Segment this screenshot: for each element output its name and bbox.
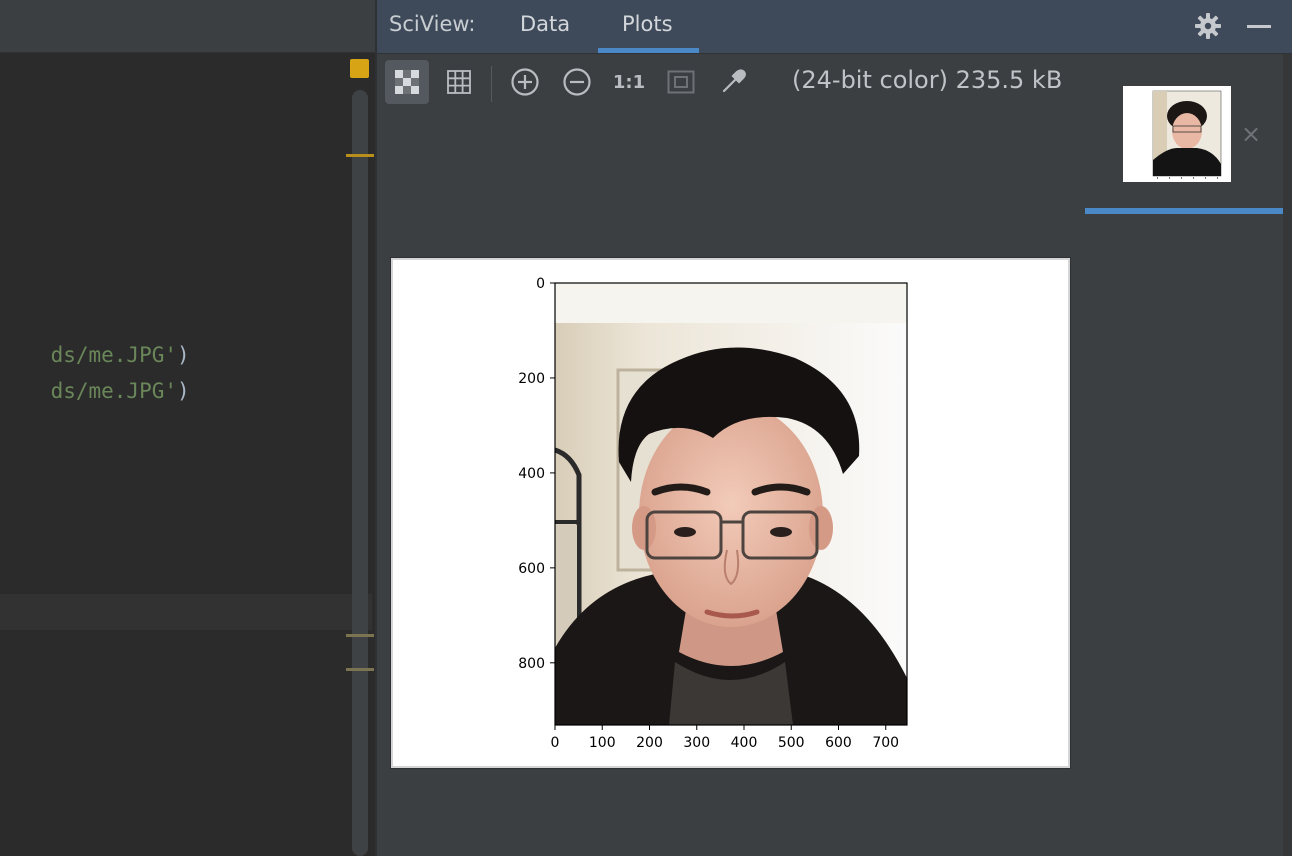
code-line[interactable]: ds/me.JPG') bbox=[0, 346, 190, 403]
photo-image bbox=[555, 283, 907, 725]
thumbnail-scrollbar[interactable] bbox=[1283, 54, 1292, 856]
x-axis: 0 100 200 300 400 500 600 700 bbox=[551, 725, 899, 751]
warning-marker[interactable] bbox=[346, 668, 374, 671]
actual-size-label: 1:1 bbox=[612, 71, 646, 93]
y-tick-label: 200 bbox=[518, 371, 545, 387]
sciview-title: SciView: bbox=[389, 12, 476, 36]
y-tick-label: 800 bbox=[518, 656, 545, 672]
sciview-panel: SciView: Data Plots 1:1 (24-bit color) 2… bbox=[375, 0, 1292, 856]
plot-figure: 0 100 200 300 400 500 600 700 0 200 400 600 800 bbox=[518, 276, 908, 751]
tab-data[interactable]: Data bbox=[520, 12, 570, 36]
thumbnail-image bbox=[1123, 86, 1231, 182]
inspection-status-icon[interactable] bbox=[350, 59, 369, 78]
x-tick-label: 400 bbox=[731, 735, 758, 751]
x-tick-label: 300 bbox=[683, 735, 710, 751]
gear-icon[interactable] bbox=[1194, 12, 1222, 40]
zoom-out-icon[interactable] bbox=[555, 60, 599, 104]
plot-viewer[interactable]: 0 100 200 300 400 500 600 700 0 200 400 600 800 bbox=[390, 257, 1071, 769]
zoom-in-icon[interactable] bbox=[503, 60, 547, 104]
current-line-highlight bbox=[0, 594, 372, 630]
image-info-label: (24-bit color) 235.5 kB bbox=[792, 66, 1063, 94]
x-tick-label: 200 bbox=[636, 735, 663, 751]
close-icon[interactable]: × bbox=[1241, 120, 1261, 148]
y-tick-label: 600 bbox=[518, 561, 545, 577]
checkerboard-icon[interactable] bbox=[385, 60, 429, 104]
code-line[interactable]: ds/me.JPG') bbox=[0, 310, 190, 367]
active-tab-indicator bbox=[598, 48, 699, 53]
sciview-header: SciView: Data Plots bbox=[377, 0, 1292, 54]
y-tick-label: 0 bbox=[536, 276, 545, 292]
warning-marker[interactable] bbox=[346, 634, 374, 637]
code-editor[interactable]: ds/me.JPG') ds/me.JPG') bbox=[0, 0, 375, 856]
minimize-icon[interactable] bbox=[1245, 12, 1273, 40]
x-tick-label: 600 bbox=[825, 735, 852, 751]
selected-thumbnail-indicator bbox=[1085, 208, 1283, 214]
actual-size-button[interactable]: 1:1 bbox=[607, 60, 651, 104]
code-paren: ) bbox=[177, 379, 190, 403]
editor-tab-bar bbox=[0, 0, 375, 53]
grid-icon[interactable] bbox=[437, 60, 481, 104]
code-string: ds/me.JPG' bbox=[50, 379, 178, 403]
x-tick-label: 500 bbox=[778, 735, 805, 751]
toolbar-separator bbox=[491, 66, 492, 102]
plot-thumbnail[interactable] bbox=[1123, 86, 1231, 182]
x-tick-label: 0 bbox=[551, 735, 560, 751]
tab-plots[interactable]: Plots bbox=[622, 12, 673, 36]
eyedropper-icon[interactable] bbox=[711, 60, 755, 104]
fit-window-icon[interactable] bbox=[659, 60, 703, 104]
warning-marker[interactable] bbox=[346, 154, 374, 157]
editor-scrollbar[interactable] bbox=[352, 90, 368, 856]
y-tick-label: 400 bbox=[518, 466, 545, 482]
y-axis: 0 200 400 600 800 bbox=[518, 276, 555, 672]
x-tick-label: 100 bbox=[589, 735, 616, 751]
x-tick-label: 700 bbox=[872, 735, 899, 751]
